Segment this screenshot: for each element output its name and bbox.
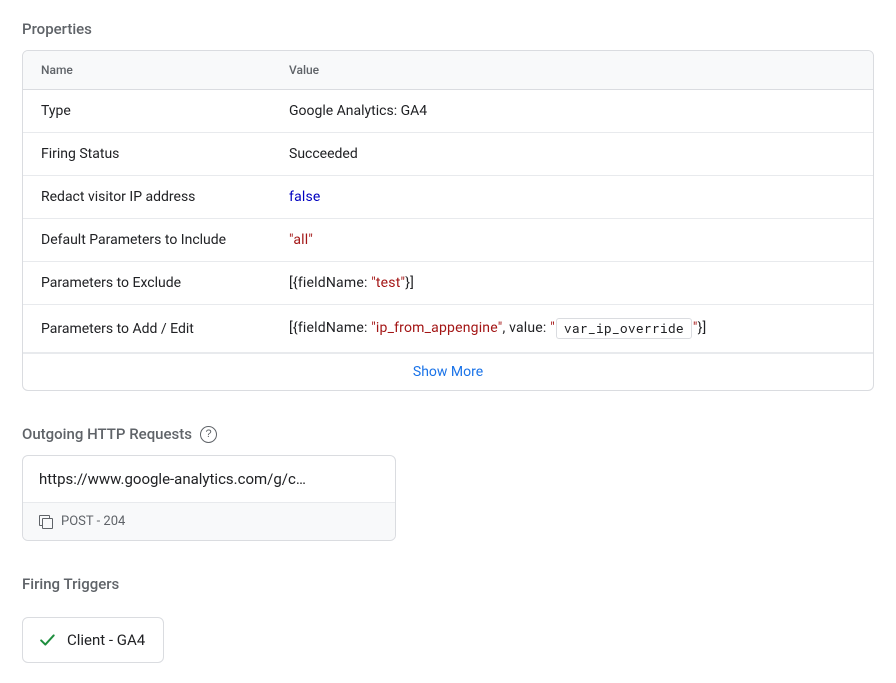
table-row: Firing Status Succeeded: [23, 133, 873, 176]
http-method-status: POST - 204: [61, 514, 125, 529]
code-text: [{fieldName:: [289, 275, 371, 291]
prop-name: Parameters to Exclude: [23, 275, 271, 291]
prop-value: Google Analytics: GA4: [271, 103, 873, 119]
col-header-value: Value: [271, 51, 873, 89]
table-row: Type Google Analytics: GA4: [23, 90, 873, 133]
code-text: }]: [405, 275, 414, 291]
prop-value: [{fieldName: "ip_from_appengine", value:…: [271, 318, 873, 339]
code-text: }]: [698, 320, 707, 336]
prop-value: false: [271, 189, 873, 205]
http-requests-heading: Outgoing HTTP Requests: [22, 425, 192, 443]
prop-name: Type: [23, 103, 271, 119]
prop-name: Redact visitor IP address: [23, 189, 271, 205]
help-icon[interactable]: ?: [200, 426, 217, 443]
variable-chip[interactable]: var_ip_override: [556, 318, 692, 339]
code-keyword: false: [289, 189, 321, 205]
prop-name: Parameters to Add / Edit: [23, 321, 271, 337]
code-string: ": [550, 320, 555, 336]
code-text: , value:: [502, 320, 550, 336]
prop-value: "all": [271, 232, 873, 248]
properties-heading: Properties: [22, 20, 874, 38]
table-row: Parameters to Exclude [{fieldName: "test…: [23, 262, 873, 305]
table-row: Default Parameters to Include "all": [23, 219, 873, 262]
trigger-label: Client - GA4: [67, 631, 145, 649]
prop-name: Default Parameters to Include: [23, 232, 271, 248]
code-string: "ip_from_appengine": [371, 320, 502, 336]
copy-icon[interactable]: [39, 515, 53, 529]
prop-value: [{fieldName: "test"}]: [271, 275, 873, 291]
http-request-card[interactable]: https://www.google-analytics.com/g/c… PO…: [22, 455, 396, 541]
prop-value: Succeeded: [271, 146, 873, 162]
properties-table: Name Value Type Google Analytics: GA4 Fi…: [22, 50, 874, 391]
http-request-meta: POST - 204: [23, 502, 395, 540]
check-icon: [37, 630, 57, 650]
prop-name: Firing Status: [23, 146, 271, 162]
firing-triggers-heading: Firing Triggers: [22, 575, 874, 593]
properties-table-header: Name Value: [23, 51, 873, 90]
code-string: "all": [289, 232, 313, 248]
show-more-button[interactable]: Show More: [23, 353, 873, 390]
code-text: [{fieldName:: [289, 320, 371, 336]
code-string: "test": [371, 275, 405, 291]
table-row: Parameters to Add / Edit [{fieldName: "i…: [23, 305, 873, 353]
table-row: Redact visitor IP address false: [23, 176, 873, 219]
col-header-name: Name: [23, 51, 271, 89]
trigger-chip[interactable]: Client - GA4: [22, 617, 164, 663]
http-request-url: https://www.google-analytics.com/g/c…: [23, 456, 395, 502]
